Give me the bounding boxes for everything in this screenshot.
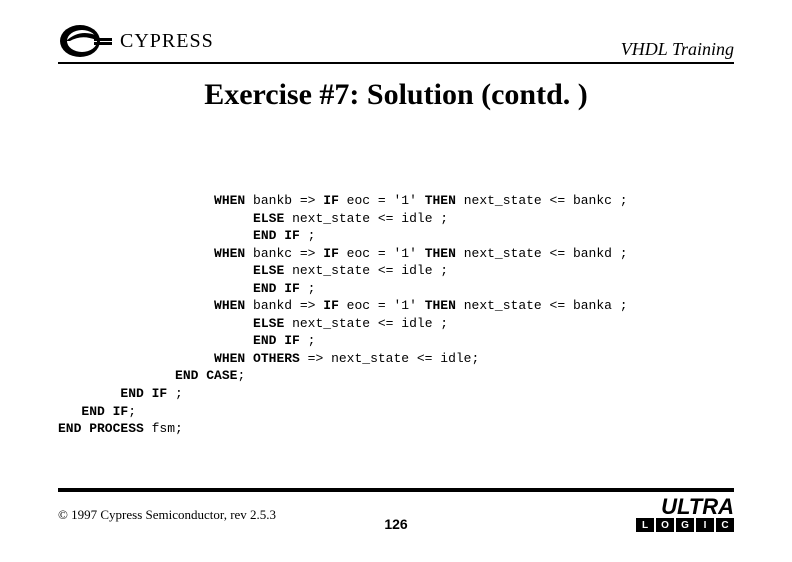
ultra-wordmark: ULTRA <box>661 498 734 516</box>
cypress-logo-icon <box>58 22 114 60</box>
slide-footer: © 1997 Cypress Semiconductor, rev 2.5.3 … <box>58 488 734 532</box>
code-text: next_state <= bankd ; <box>456 246 628 261</box>
code-text: bankc => <box>245 246 323 261</box>
footer-rule <box>58 488 734 492</box>
code-kw: IF <box>323 246 339 261</box>
footer-row: © 1997 Cypress Semiconductor, rev 2.5.3 … <box>58 498 734 532</box>
code-text: ; <box>237 368 245 383</box>
code-kw: ELSE <box>253 211 284 226</box>
code-text: fsm; <box>144 421 183 436</box>
copyright-text: © 1997 Cypress Semiconductor, rev 2.5.3 <box>58 507 276 523</box>
slide-header: CYPRESS VHDL Training <box>58 18 734 64</box>
code-kw: WHEN <box>214 298 245 313</box>
code-text: bankb => <box>245 193 323 208</box>
code-kw: END IF <box>253 333 300 348</box>
code-kw: ELSE <box>253 316 284 331</box>
code-text: next_state <= idle ; <box>284 316 448 331</box>
code-text: next_state <= idle ; <box>284 211 448 226</box>
ultra-sq: O <box>656 518 674 532</box>
brand-block: CYPRESS <box>58 22 214 60</box>
code-kw: WHEN <box>214 193 245 208</box>
brand-name: CYPRESS <box>120 30 214 53</box>
code-kw: IF <box>323 193 339 208</box>
code-text: next_state <= bankc ; <box>456 193 628 208</box>
code-text: eoc = '1' <box>339 246 425 261</box>
code-text: eoc = '1' <box>339 298 425 313</box>
code-text: next_state <= idle ; <box>284 263 448 278</box>
page-number: 126 <box>384 516 407 532</box>
ultra-squares: L O G I C <box>636 518 734 532</box>
code-kw: END IF <box>253 228 300 243</box>
slide-title: Exercise #7: Solution (contd. ) <box>0 78 792 112</box>
code-text: next_state <= banka ; <box>456 298 628 313</box>
code-kw: THEN <box>425 193 456 208</box>
code-kw: WHEN OTHERS <box>214 351 300 366</box>
code-kw: THEN <box>425 298 456 313</box>
code-text: ; <box>300 281 316 296</box>
code-text: ; <box>300 333 316 348</box>
ultra-sq: L <box>636 518 654 532</box>
code-kw: END IF <box>120 386 167 401</box>
code-text: ; <box>300 228 316 243</box>
header-subtitle: VHDL Training <box>621 39 734 60</box>
ultra-logo: ULTRA L O G I C <box>636 498 734 532</box>
code-text: ; <box>128 404 136 419</box>
code-kw: THEN <box>425 246 456 261</box>
code-kw: WHEN <box>214 246 245 261</box>
code-text: eoc = '1' <box>339 193 425 208</box>
code-text: ; <box>167 386 183 401</box>
code-kw: ELSE <box>253 263 284 278</box>
code-kw: IF <box>323 298 339 313</box>
ultra-sq: I <box>696 518 714 532</box>
ultra-sq: C <box>716 518 734 532</box>
code-kw: END CASE <box>175 368 237 383</box>
code-kw: END IF <box>81 404 128 419</box>
code-text: bankd => <box>245 298 323 313</box>
code-kw: END IF <box>253 281 300 296</box>
code-listing: WHEN bankb => IF eoc = '1' THEN next_sta… <box>58 192 628 438</box>
ultra-sq: G <box>676 518 694 532</box>
code-kw: END PROCESS <box>58 421 144 436</box>
code-text: => next_state <= idle; <box>300 351 479 366</box>
